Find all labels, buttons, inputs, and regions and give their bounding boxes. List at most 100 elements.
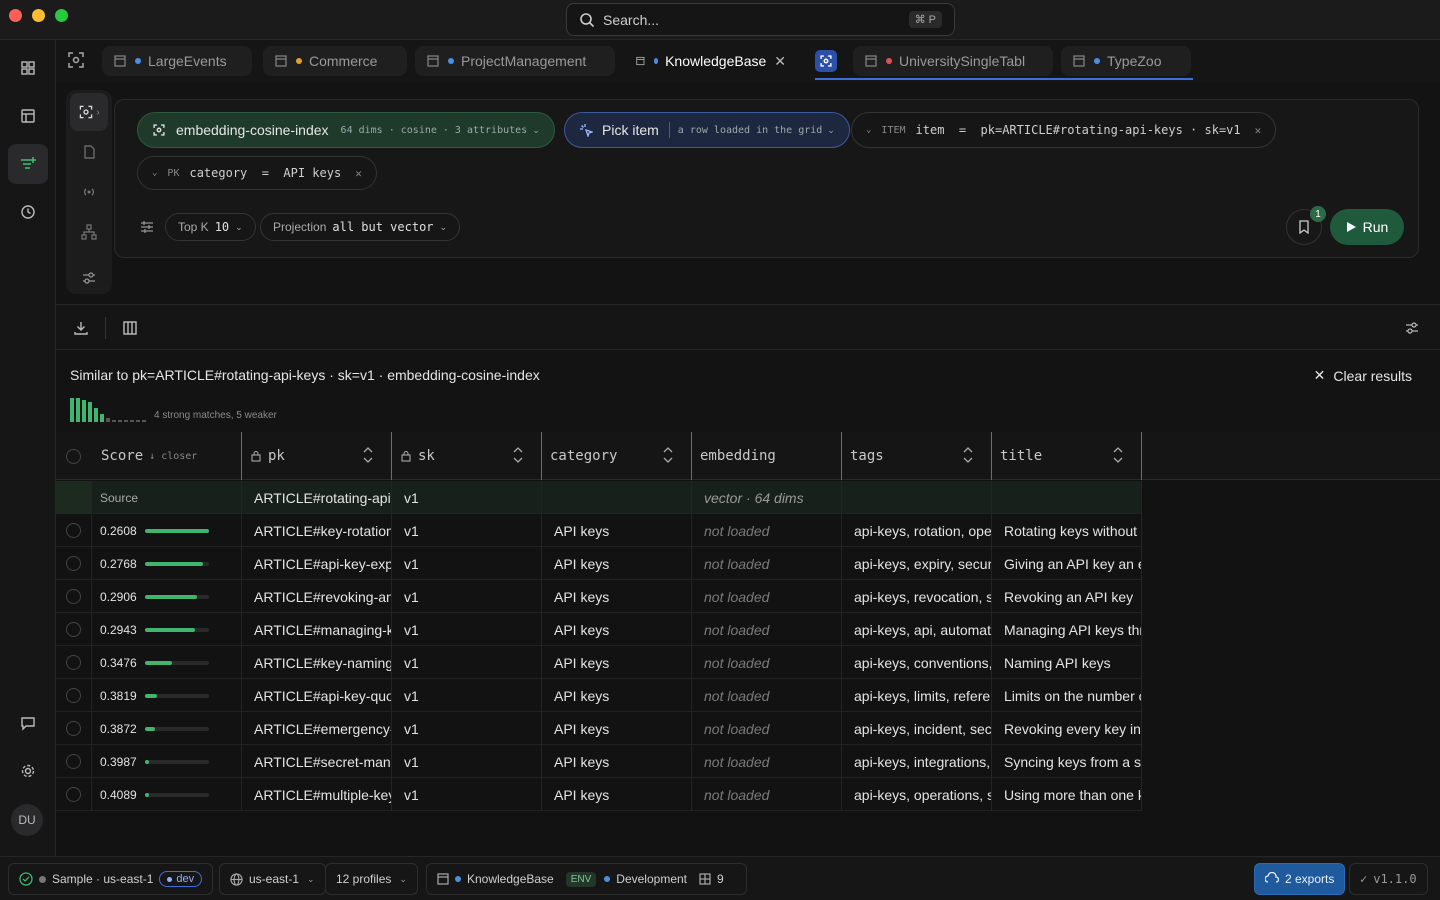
category-cell[interactable]: API keys <box>542 514 692 547</box>
rail-settings-button[interactable] <box>8 751 48 791</box>
chevron-down-icon[interactable]: ⌄ <box>866 125 871 135</box>
sort-icon[interactable] <box>363 446 373 468</box>
tags-cell[interactable]: api-keys, limits, reference <box>842 679 992 712</box>
columns-button[interactable] <box>122 320 138 339</box>
category-cell[interactable]: API keys <box>542 778 692 811</box>
sort-icon[interactable] <box>513 446 523 468</box>
embedding-cell[interactable]: not loaded <box>692 679 842 712</box>
remove-item-icon[interactable]: ✕ <box>1255 124 1262 137</box>
embedding-cell[interactable]: not loaded <box>692 613 842 646</box>
column-title[interactable]: title <box>992 432 1142 480</box>
column-score[interactable]: Score ↓ closer <box>56 432 242 480</box>
row-checkbox[interactable] <box>66 787 81 802</box>
chevron-down-icon[interactable]: ⌄ <box>152 168 157 178</box>
row-checkbox[interactable] <box>66 655 81 670</box>
exports-button[interactable]: 2 exports <box>1254 863 1346 895</box>
column-embedding[interactable]: embedding <box>692 432 842 480</box>
version-badge[interactable]: ✓ v1.1.0 <box>1349 863 1428 895</box>
row-checkbox[interactable] <box>66 721 81 736</box>
pk-cell[interactable]: ARTICLE#revoking-an-api-key <box>242 580 392 613</box>
title-cell[interactable]: Giving an API key an expiry <box>992 547 1142 580</box>
column-category[interactable]: category <box>542 432 692 480</box>
category-cell[interactable]: API keys <box>542 679 692 712</box>
run-button[interactable]: Run <box>1330 209 1404 245</box>
category-cell[interactable]: API keys <box>542 547 692 580</box>
rail-dashboard-button[interactable] <box>8 48 48 88</box>
embedding-cell[interactable]: not loaded <box>692 646 842 679</box>
table-row[interactable]: 0.2608 ARTICLE#key-rotation v1 API keys not … <box>56 514 1142 547</box>
tab-close-icon[interactable]: ✕ <box>774 53 786 70</box>
index-selector[interactable]: embedding-cosine-index 64 dims · cosine … <box>137 112 555 148</box>
sk-cell[interactable]: v1 <box>392 712 542 745</box>
embedding-cell[interactable]: not loaded <box>692 547 842 580</box>
projection-selector[interactable]: Projection all but vector ⌄ <box>260 213 461 241</box>
pk-cell[interactable]: ARTICLE#key-naming <box>242 646 392 679</box>
tab-commerce[interactable]: Commerce <box>263 46 407 76</box>
query-options-button[interactable] <box>70 259 108 297</box>
category-cell[interactable]: API keys <box>542 712 692 745</box>
tab-largeevents[interactable]: LargeEvents <box>102 46 252 76</box>
sk-cell[interactable]: v1 <box>392 679 542 712</box>
column-pk[interactable]: pk <box>242 432 392 480</box>
table-row[interactable]: 0.2906 ARTICLE#revoking-an-api-keyv1API k… <box>56 580 1142 613</box>
table-row[interactable]: 0.2768 ARTICLE#api-key-expiryv1API keysno… <box>56 547 1142 580</box>
mode-graph-button[interactable] <box>70 213 108 251</box>
pk-cell[interactable]: ARTICLE#api-key-expiry <box>242 547 392 580</box>
embedding-cell[interactable]: not loaded <box>692 514 842 547</box>
sk-cell[interactable]: v1 <box>392 547 542 580</box>
sk-cell[interactable]: v1 <box>392 646 542 679</box>
sk-cell[interactable]: v1 <box>392 778 542 811</box>
source-row[interactable]: Source ARTICLE#rotating-api-keys v1 vect… <box>56 481 1142 514</box>
rail-feedback-button[interactable] <box>8 703 48 743</box>
minimize-window-button[interactable] <box>32 9 45 22</box>
mode-script-button[interactable] <box>70 133 108 171</box>
table-row[interactable]: 0.4089 ARTICLE#multiple-keys v1 API keys not… <box>56 778 1142 811</box>
table-row[interactable]: 0.3872 ARTICLE#emergency-revocationv1API … <box>56 712 1142 745</box>
pk-cell[interactable]: ARTICLE#managing-keys <box>242 613 392 646</box>
close-window-button[interactable] <box>9 9 22 22</box>
pick-item-button[interactable]: Pick item a row loaded in the grid ⌄ <box>564 112 850 148</box>
pk-cell[interactable]: ARTICLE#emergency-revocation <box>242 712 392 745</box>
tags-cell[interactable]: api-keys, incident, security <box>842 712 992 745</box>
title-cell[interactable]: Syncing keys from a secret manager <box>992 745 1142 778</box>
embedding-cell[interactable]: not loaded <box>692 745 842 778</box>
tags-cell[interactable]: api-keys, operations, setup <box>842 778 992 811</box>
embedding-cell[interactable]: not loaded <box>692 778 842 811</box>
row-checkbox[interactable] <box>66 589 81 604</box>
sk-cell[interactable]: v1 <box>392 514 542 547</box>
row-checkbox[interactable] <box>66 556 81 571</box>
mode-vector-button[interactable]: › <box>70 93 108 131</box>
table-row[interactable]: 0.3819 ARTICLE#api-key-quotasv1API keysno… <box>56 679 1142 712</box>
tab-universitysingletable[interactable]: UniversitySingleTabl <box>853 46 1053 76</box>
rail-query-button[interactable] <box>8 144 48 184</box>
tab-projectmanagement[interactable]: ProjectManagement <box>415 46 615 76</box>
top-k-selector[interactable]: Top K 10 ⌄ <box>165 213 256 241</box>
sk-cell[interactable]: v1 <box>392 580 542 613</box>
remove-filter-icon[interactable]: ✕ <box>355 167 362 180</box>
item-condition[interactable]: ⌄ ITEM item = pk=ARTICLE#rotating-api-ke… <box>851 112 1277 148</box>
vector-tab-indicator[interactable] <box>815 50 837 72</box>
embedding-cell[interactable]: not loaded <box>692 580 842 613</box>
pk-cell[interactable]: ARTICLE#secret-managers <box>242 745 392 778</box>
table-context[interactable]: KnowledgeBase ENV Development 9 <box>426 863 747 895</box>
category-cell[interactable]: API keys <box>542 745 692 778</box>
title-cell[interactable]: Managing API keys through the API <box>992 613 1142 646</box>
view-settings-button[interactable] <box>1404 320 1420 339</box>
tab-knowledgebase[interactable]: KnowledgeBase ✕ <box>624 46 798 76</box>
table-row[interactable]: 0.3987 ARTICLE#secret-managersv1API keysn… <box>56 745 1142 778</box>
global-search[interactable]: Search... ⌘ P <box>566 3 955 36</box>
category-cell[interactable]: API keys <box>542 646 692 679</box>
category-cell[interactable]: API keys <box>542 580 692 613</box>
title-cell[interactable]: Revoking every key in an emergency <box>992 712 1142 745</box>
pk-cell[interactable]: ARTICLE#key-rotation <box>242 514 392 547</box>
pk-cell[interactable]: ARTICLE#api-key-quotas <box>242 679 392 712</box>
category-cell[interactable]: API keys <box>542 613 692 646</box>
query-settings-icon[interactable] <box>139 219 155 238</box>
pk-cell[interactable]: ARTICLE#multiple-keys <box>242 778 392 811</box>
pk-filter[interactable]: ⌄ PK category = API keys ✕ <box>137 156 377 190</box>
table-row[interactable]: 0.2943 ARTICLE#managing-keysv1API keysnot… <box>56 613 1142 646</box>
column-tags[interactable]: tags <box>842 432 992 480</box>
title-cell[interactable]: Revoking an API key <box>992 580 1142 613</box>
tags-cell[interactable]: api-keys, revocation, security <box>842 580 992 613</box>
tags-cell[interactable]: api-keys, api, automation <box>842 613 992 646</box>
